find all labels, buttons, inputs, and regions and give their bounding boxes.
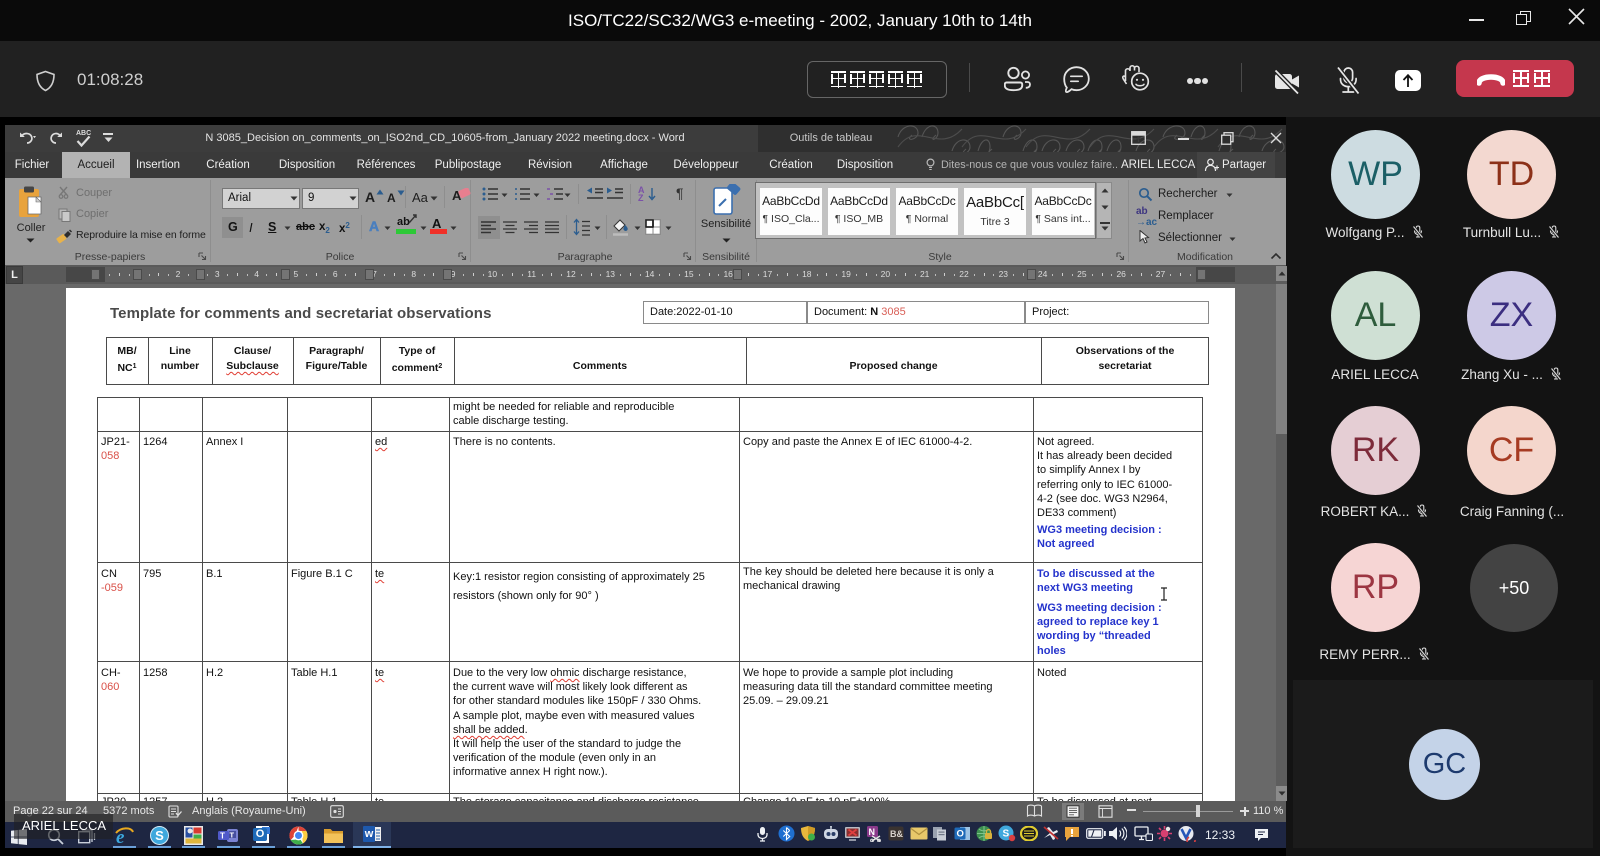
svg-text:S: S xyxy=(1003,829,1010,840)
svg-text:O: O xyxy=(957,829,964,840)
svg-text:T: T xyxy=(230,831,235,840)
svg-text:N: N xyxy=(869,827,876,837)
svg-text:T: T xyxy=(220,832,225,841)
svg-text:B&: B& xyxy=(890,829,903,839)
